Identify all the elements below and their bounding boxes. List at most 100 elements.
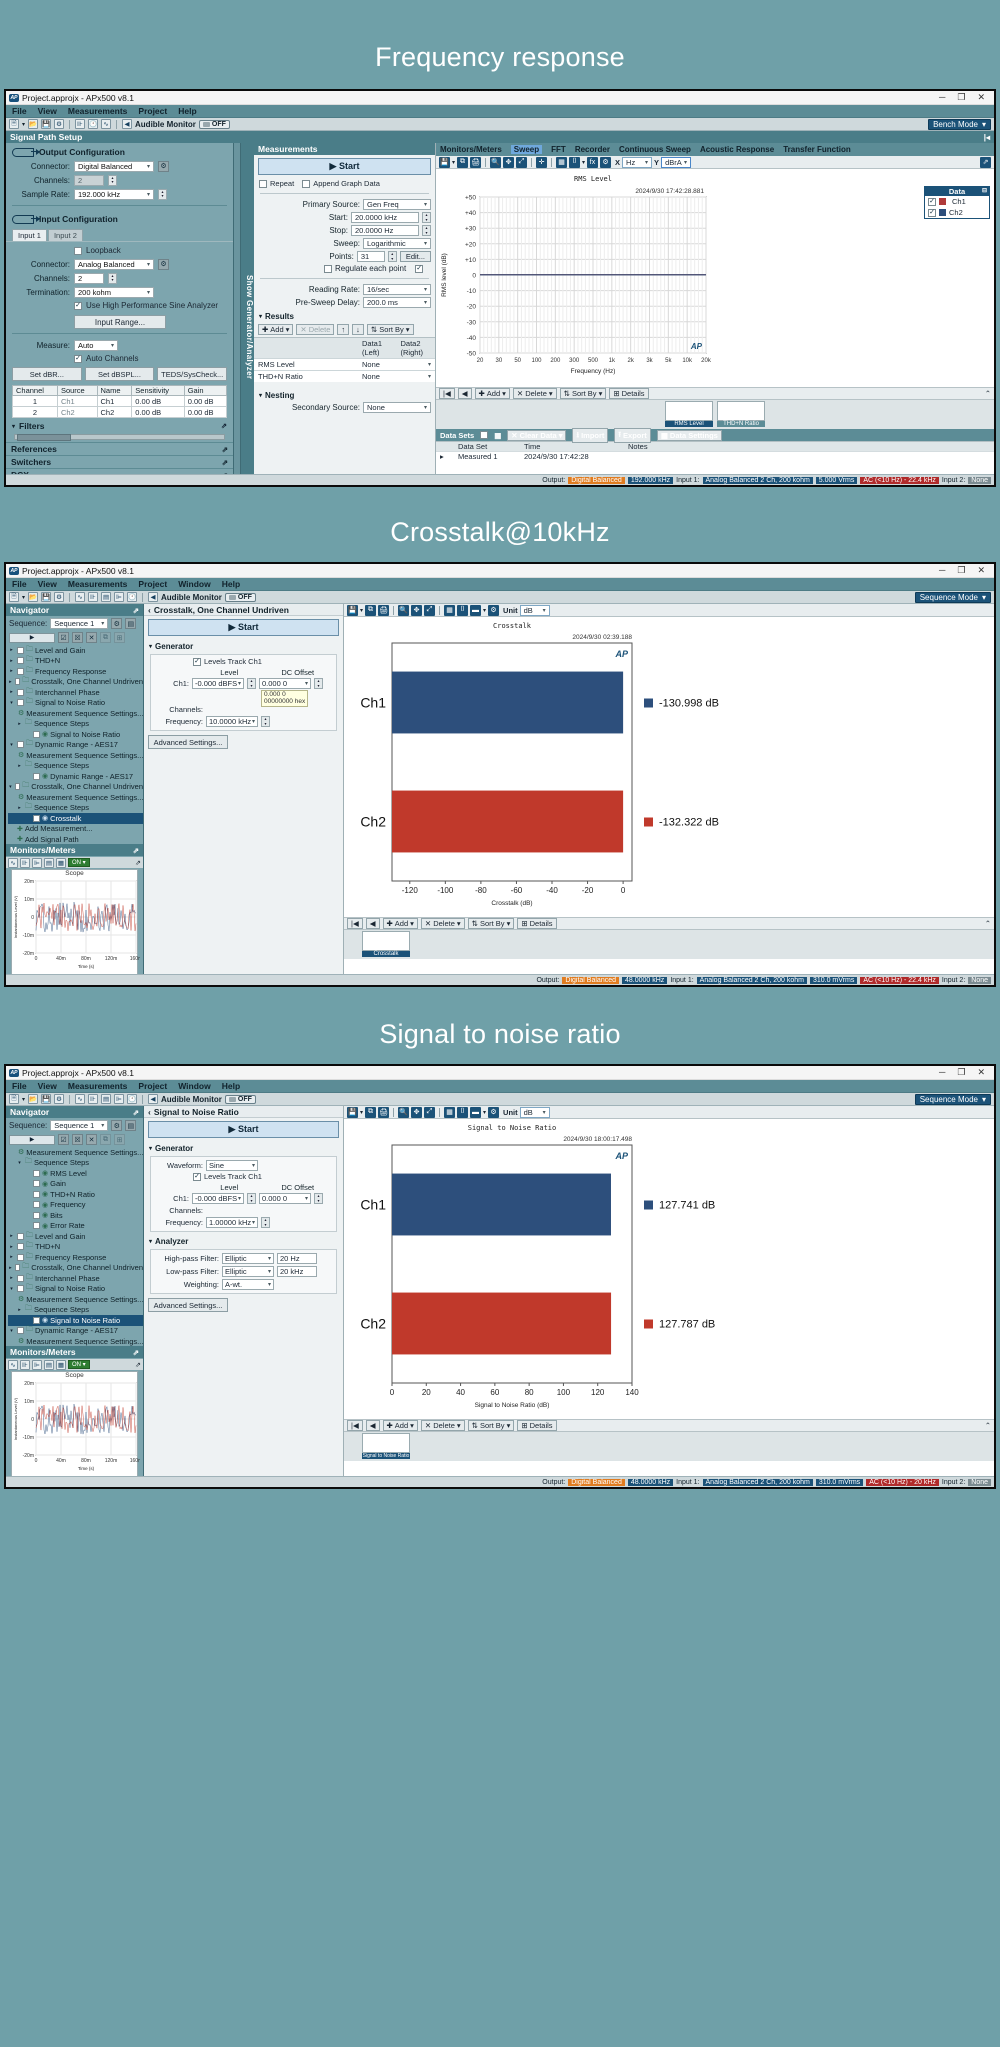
menubar[interactable]: File View Measurements Project Window He… bbox=[6, 1080, 994, 1093]
menu-file[interactable]: File bbox=[12, 106, 27, 116]
ch1-dc-stepper[interactable]: ▴▾ bbox=[314, 1193, 323, 1204]
chevron-down-icon[interactable]: ▾ bbox=[452, 159, 455, 166]
tree-item[interactable]: ▸🗀Sequence Steps bbox=[8, 803, 143, 814]
tab-fft[interactable]: FFT bbox=[551, 145, 566, 154]
bars-icon[interactable]: ⊪ bbox=[88, 1094, 98, 1104]
toolbar[interactable]: 🗎 ▾ 📂 💾 ⚙ ∿ ⊪ ▤ ⊫ 🕐 ◀ Audible Monitor OF… bbox=[6, 591, 994, 604]
chevron-down-icon[interactable]: ▾ bbox=[483, 607, 486, 614]
tree-item-checkbox[interactable] bbox=[33, 1212, 40, 1219]
chevron-down-icon[interactable]: ▾ bbox=[360, 607, 363, 614]
tab-recorder[interactable]: Recorder bbox=[575, 145, 610, 154]
tree-item-checkbox[interactable] bbox=[15, 1264, 20, 1271]
center-icon[interactable]: ✛ bbox=[536, 157, 547, 168]
save-icon[interactable]: 💾 bbox=[41, 1094, 51, 1104]
tree-item-checkbox[interactable] bbox=[17, 1243, 24, 1250]
tree-item[interactable]: ◉Crosstalk bbox=[8, 813, 143, 824]
regulate-secondary-checkbox[interactable]: ✓ bbox=[415, 265, 423, 273]
fit-icon[interactable]: ✥ bbox=[411, 605, 422, 616]
export-button[interactable]: ⭱ Export bbox=[614, 428, 650, 443]
thumbnail-snr[interactable]: Signal to Noise Ratio bbox=[362, 1433, 410, 1459]
chevron-down-icon[interactable]: ▾ bbox=[8, 742, 15, 748]
input-tabs[interactable]: Input 1 Input 2 bbox=[6, 226, 233, 241]
unit-select[interactable]: dB▾ bbox=[520, 605, 550, 616]
tree-item-checkbox[interactable] bbox=[33, 1191, 40, 1198]
print-graph-icon[interactable]: 🖨 bbox=[378, 605, 389, 616]
popout-icon[interactable]: ⇗ bbox=[135, 1361, 141, 1369]
chevron-down-icon[interactable]: ▾ bbox=[8, 1328, 15, 1334]
chevron-down-icon[interactable]: ▾ bbox=[22, 121, 25, 128]
meters-icon[interactable]: ⊪ bbox=[75, 119, 85, 129]
speaker-icon[interactable]: ◀ bbox=[148, 1094, 158, 1104]
plus-icon[interactable]: ✚ bbox=[17, 835, 23, 843]
frequency-input[interactable]: 10.0000 kHz▾ bbox=[206, 716, 258, 727]
nesting-header[interactable]: Nesting bbox=[254, 388, 435, 401]
chevron-right-icon[interactable]: ▸ bbox=[8, 668, 15, 674]
chevron-down-icon[interactable]: ▾ bbox=[16, 1160, 23, 1166]
copy-icon[interactable]: ⧉ bbox=[100, 1134, 111, 1145]
menu-help[interactable]: Help bbox=[178, 106, 196, 116]
x-unit-select[interactable]: Hz▾ bbox=[622, 157, 652, 168]
tree-item[interactable]: ◉Signal to Noise Ratio bbox=[8, 1315, 143, 1326]
chevron-right-icon[interactable]: ▸ bbox=[8, 658, 15, 664]
tree-item[interactable]: ▸🗀Frequency Response bbox=[8, 666, 143, 677]
repeat-row[interactable]: Repeat bbox=[259, 179, 294, 188]
paste-icon[interactable]: ⊞ bbox=[114, 1134, 125, 1145]
import-button[interactable]: ⭳ Import bbox=[572, 428, 608, 443]
tree-item[interactable]: ▸🗀Level and Gain bbox=[8, 1231, 143, 1242]
sidebar-item-references[interactable]: References⇗ bbox=[6, 442, 233, 455]
tree-item[interactable]: ▾🗀Dynamic Range - AES17 bbox=[8, 740, 143, 751]
tree-item[interactable]: ▸🗀Interchannel Phase bbox=[8, 1273, 143, 1284]
graph-settings-gear-icon[interactable]: ⚙ bbox=[488, 605, 499, 616]
gear-icon[interactable]: ⚙ bbox=[18, 709, 24, 717]
menu-measurements[interactable]: Measurements bbox=[68, 579, 128, 589]
sequence-select[interactable]: Sequence 1▾ bbox=[50, 618, 108, 629]
menubar[interactable]: File View Measurements Project Window He… bbox=[6, 578, 994, 591]
clock-icon[interactable]: 🕐 bbox=[127, 592, 137, 602]
sweep-stop-stepper[interactable]: ▴▾ bbox=[422, 225, 431, 236]
data-settings-button[interactable]: ▦ Data Settings bbox=[657, 430, 722, 441]
tree-item-checkbox[interactable] bbox=[17, 1285, 24, 1292]
uncheck-all-icon[interactable]: ☒ bbox=[72, 632, 83, 643]
expand-icon[interactable]: ⇗ bbox=[133, 1348, 139, 1357]
tree-item-checkbox[interactable] bbox=[17, 699, 24, 706]
scope-monitor[interactable]: Scope 20m10m0-10m-20m040m80m120m160mTime… bbox=[11, 869, 138, 979]
auto-channels-checkbox[interactable]: ✓ bbox=[74, 355, 82, 363]
print-graph-icon[interactable]: 🖨 bbox=[378, 1107, 389, 1118]
monitors-toolbar[interactable]: ∿ ⊪ ⊫ ▤ ▦ ON ▾ ⇗ bbox=[6, 857, 143, 868]
delete-result-button[interactable]: ✕ Delete bbox=[296, 324, 334, 335]
new-file-icon[interactable]: 🗎 bbox=[9, 1094, 19, 1104]
tree-item[interactable]: ▾🗀Sequence Steps bbox=[8, 1158, 143, 1169]
thumbnail-crosstalk[interactable]: Crosstalk bbox=[362, 931, 410, 957]
input-connector-select[interactable]: Analog Balanced▾ bbox=[74, 259, 154, 270]
clear-icon[interactable]: ✕ bbox=[86, 1134, 97, 1145]
lowpass-freq-input[interactable]: 20 kHz bbox=[277, 1266, 317, 1277]
show-generator-analyzer-tab[interactable]: Show Generator/Analyzer bbox=[241, 143, 254, 487]
chevron-down-icon[interactable]: ▾ bbox=[582, 159, 585, 166]
graph-thumbnails[interactable]: Crosstalk bbox=[344, 929, 994, 959]
tree-item[interactable]: ▸🗀Interchannel Phase bbox=[8, 687, 143, 698]
tree-item[interactable]: ▾🗀Signal to Noise Ratio bbox=[8, 698, 143, 709]
maximize-button[interactable]: ❐ bbox=[957, 565, 965, 576]
legend-checkbox[interactable]: ✓ bbox=[928, 198, 936, 206]
tree-item-checkbox[interactable] bbox=[33, 1170, 40, 1177]
chevron-right-icon[interactable]: ▸ bbox=[8, 1233, 15, 1239]
crosstalk-chart[interactable]: Crosstalk2024/9/30 02:39.188-120-100-80-… bbox=[344, 617, 994, 917]
tree-item-checkbox[interactable] bbox=[33, 815, 40, 822]
loopback-row[interactable]: Loopback bbox=[6, 244, 233, 257]
tree-item-checkbox[interactable] bbox=[33, 1201, 40, 1208]
uncheck-all-icon[interactable]: ☒ bbox=[72, 1134, 83, 1145]
maximize-button[interactable]: ❐ bbox=[957, 92, 965, 103]
results-header[interactable]: Results bbox=[254, 309, 435, 322]
edit-points-button[interactable]: Edit... bbox=[400, 251, 431, 262]
breadcrumb[interactable]: ‹Crosstalk, One Channel Undriven bbox=[144, 604, 343, 616]
tree-item[interactable]: ⚙Measurement Sequence Settings... bbox=[8, 792, 143, 803]
graph-settings-gear-icon[interactable]: ⚙ bbox=[488, 1107, 499, 1118]
menu-measurements[interactable]: Measurements bbox=[68, 1081, 128, 1091]
tree-item-checkbox[interactable] bbox=[17, 1275, 24, 1282]
sequence-report-icon[interactable]: ▤ bbox=[125, 618, 136, 629]
sweep-stop-input[interactable]: 20.0000 Hz bbox=[351, 225, 419, 236]
sequence-settings-gear-icon[interactable]: ⚙ bbox=[111, 618, 122, 629]
generator-header[interactable]: Generator bbox=[144, 639, 343, 652]
menu-measurements[interactable]: Measurements bbox=[68, 106, 128, 116]
tree-item-checkbox[interactable] bbox=[17, 647, 24, 654]
